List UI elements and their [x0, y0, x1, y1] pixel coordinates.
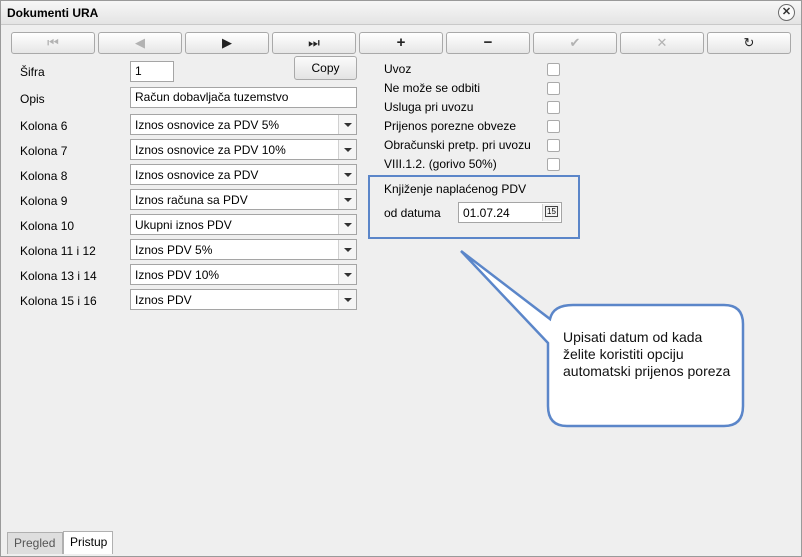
callout-text: Upisati datum od kada želite koristiti o…	[563, 329, 731, 379]
tab-pregled[interactable]: Pregled	[7, 532, 63, 554]
callout-bubble	[460, 250, 745, 428]
dokumenti-ura-window: Dokumenti URA ✕ ⏮ ◀ ▶ ⏭ + − ✔ ✕ ↻ Šifra 1 Copy O…	[0, 0, 802, 557]
tab-pristup[interactable]: Pristup	[63, 531, 113, 554]
